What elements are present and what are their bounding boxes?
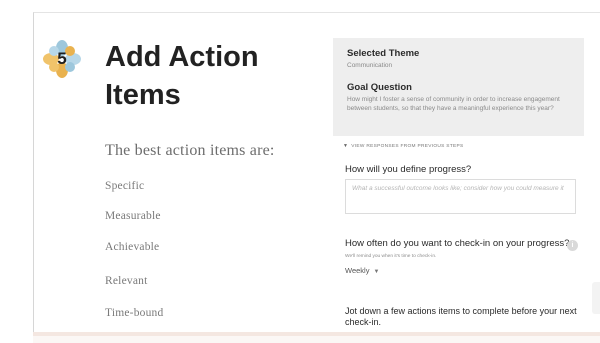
context-panel: Selected Theme Communication Goal Questi…	[333, 38, 584, 136]
bottom-strip	[33, 336, 600, 343]
progress-input[interactable]: What a successful outcome looks like; co…	[345, 179, 576, 214]
criteria-item-time-bound: Time-bound	[105, 307, 164, 319]
criteria-item-achievable: Achievable	[105, 241, 160, 253]
checkin-question: How often do you want to check-in on you…	[345, 238, 570, 249]
info-icon[interactable]: i	[567, 240, 578, 251]
step-number: 5	[57, 49, 67, 68]
actions-prompt: Jot down a few actions items to complete…	[345, 306, 577, 327]
page-title: Add Action Items	[105, 41, 259, 111]
step-badge: 5	[43, 40, 81, 78]
theme-value: Communication	[347, 62, 393, 69]
criteria-item-relevant: Relevant	[105, 275, 148, 287]
criteria-item-measurable: Measurable	[105, 210, 161, 222]
chevron-down-icon: ▼	[373, 269, 380, 275]
goal-label: Goal Question	[347, 82, 412, 93]
criteria-item-specific: Specific	[105, 180, 145, 192]
view-previous-responses-toggle[interactable]: ▼ View responses from previous steps	[343, 143, 464, 149]
side-scroll-tab[interactable]	[592, 282, 600, 314]
checkin-frequency-value: Weekly	[345, 266, 370, 275]
progress-question: How will you define progress?	[345, 164, 472, 175]
criteria-heading: The best action items are:	[105, 142, 275, 159]
view-previous-responses-label: View responses from previous steps	[351, 144, 464, 149]
caret-down-icon: ▼	[343, 143, 349, 149]
checkin-frequency-select[interactable]: Weekly ▼	[345, 266, 379, 275]
checkin-helper-text: We'll remind you when it's time to check…	[345, 254, 437, 259]
goal-value: How might I foster a sense of community …	[347, 96, 560, 112]
theme-label: Selected Theme	[347, 48, 420, 59]
